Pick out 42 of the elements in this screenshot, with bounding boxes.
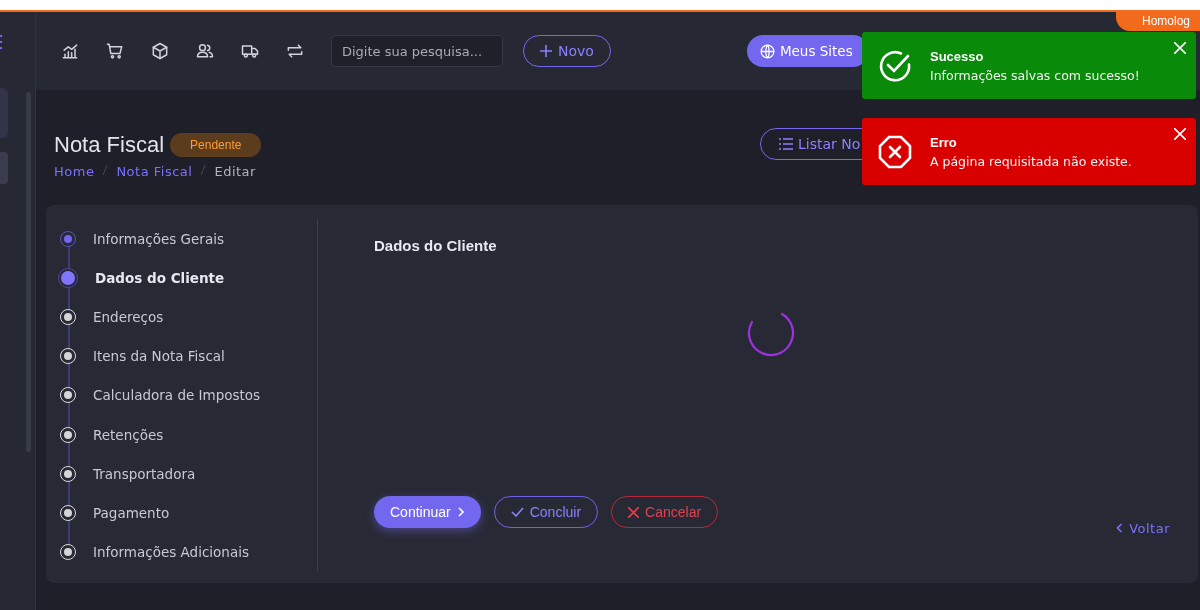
- globe-icon: [758, 42, 776, 60]
- check-circle-icon: [878, 48, 912, 83]
- close-icon: [628, 506, 640, 518]
- users-icon[interactable]: [195, 41, 215, 61]
- section-title: Dados do Cliente: [374, 237, 498, 254]
- close-icon[interactable]: [1174, 42, 1186, 54]
- page-title: Nota Fiscal: [54, 132, 165, 158]
- step-label[interactable]: Calculadora de Impostos: [93, 387, 261, 404]
- plus-icon: [540, 45, 552, 57]
- breadcrumb-link[interactable]: Nota Fiscal: [116, 164, 193, 179]
- step-label[interactable]: Endereços: [93, 308, 164, 325]
- error-octagon-icon: [878, 134, 912, 169]
- breadcrumb-separator: [102, 164, 109, 176]
- swap-icon[interactable]: [285, 41, 305, 61]
- breadcrumb-current: Editar: [214, 164, 256, 179]
- step-label[interactable]: Informações Adicionais: [93, 544, 249, 561]
- list-icon: [779, 138, 793, 150]
- toast-message: A página requisitada não existe.: [930, 153, 1132, 169]
- toast-title: Sucesso: [930, 48, 985, 64]
- toast-message: Informações salvas com sucesso!: [930, 67, 1140, 83]
- chevron-right-icon: [456, 507, 465, 517]
- toast-title: Erro: [930, 134, 958, 150]
- breadcrumb-link[interactable]: Home: [54, 164, 95, 179]
- menu-icon[interactable]: [0, 32, 4, 52]
- chevron-left-icon: [1116, 523, 1124, 534]
- back-link[interactable]: Voltar: [1116, 520, 1170, 536]
- step-label[interactable]: Retenções: [93, 426, 164, 443]
- step-label[interactable]: Dados do Cliente: [95, 269, 225, 286]
- step-label[interactable]: Pagamento: [93, 504, 170, 521]
- search-field[interactable]: Digite sua pesquisa...: [331, 35, 503, 67]
- environment-badge: Homolog: [1115, 12, 1200, 31]
- cart-icon[interactable]: [105, 41, 125, 61]
- step-label[interactable]: Transportadora: [93, 465, 196, 482]
- breadcrumb-separator: [200, 164, 207, 176]
- chart-icon[interactable]: [60, 41, 80, 61]
- continue-button[interactable]: Continuar: [374, 496, 481, 528]
- box-icon[interactable]: [150, 41, 170, 61]
- status-badge: Pendente: [170, 133, 262, 157]
- step-label[interactable]: Itens da Nota Fiscal: [93, 348, 225, 365]
- step-label[interactable]: Informações Gerais: [93, 230, 224, 247]
- close-icon[interactable]: [1174, 128, 1186, 140]
- check-icon: [510, 507, 524, 517]
